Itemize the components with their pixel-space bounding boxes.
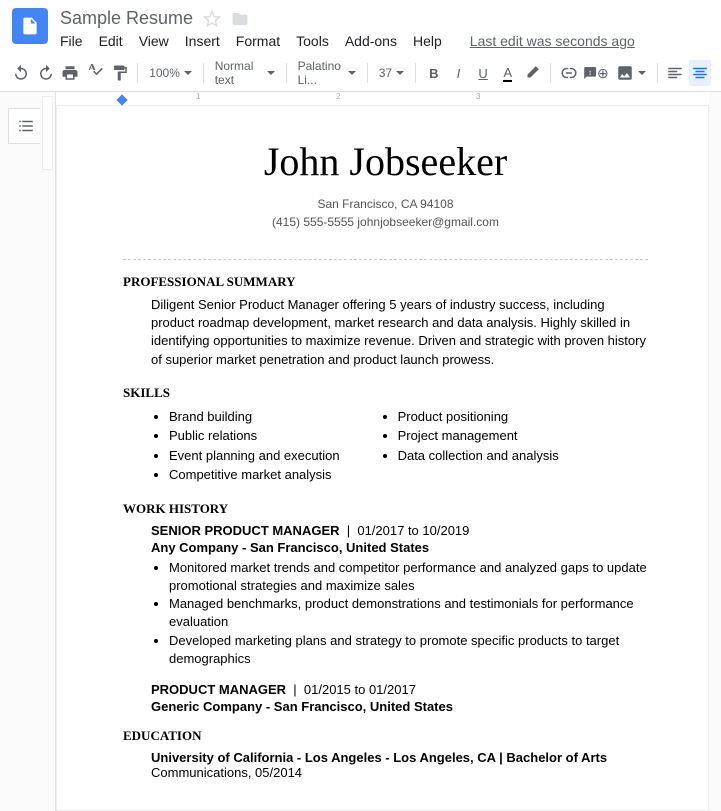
menu-help[interactable]: Help [413, 33, 442, 49]
skills-left: Brand building Public relations Event pl… [169, 407, 340, 485]
menu-format[interactable]: Format [236, 33, 280, 49]
text-color-button[interactable]: A [497, 60, 519, 86]
last-edit-link[interactable]: Last edit was seconds ago [470, 33, 635, 49]
vertical-ruler [40, 92, 56, 811]
work-heading: WORK HISTORY [123, 501, 648, 517]
outline-toggle[interactable] [8, 108, 44, 144]
skills-columns: Brand building Public relations Event pl… [151, 407, 648, 485]
font-size-dropdown[interactable]: 37 [375, 66, 408, 80]
edu-heading: EDUCATION [123, 728, 648, 744]
document-page[interactable]: John Jobseeker San Francisco, CA 94108 (… [56, 106, 709, 811]
italic-button[interactable]: I [448, 60, 470, 86]
align-center-button[interactable] [689, 60, 711, 86]
contact-info: San Francisco, CA 94108 (415) 555-5555 j… [123, 195, 648, 231]
style-dropdown[interactable]: Normal text [211, 59, 279, 87]
insert-image-button[interactable] [612, 64, 650, 82]
titlebar: Sample Resume File Edit View Insert Form… [0, 0, 721, 49]
education-block: University of California - Los Angeles -… [151, 750, 648, 780]
menu-file[interactable]: File [60, 33, 83, 49]
print-button[interactable] [59, 60, 81, 86]
align-left-button[interactable] [665, 60, 687, 86]
star-icon[interactable] [203, 10, 221, 28]
undo-button[interactable] [10, 60, 32, 86]
summary-heading: PROFESSIONAL SUMMARY [123, 274, 648, 290]
insert-link-button[interactable] [558, 60, 580, 86]
menu-edit[interactable]: Edit [99, 33, 123, 49]
insert-comment-button[interactable]: ⊕ [583, 60, 609, 86]
job-2: PRODUCT MANAGER | 01/2015 to 01/2017 Gen… [151, 682, 648, 714]
toolbar: 100% Normal text Palatino Li... 37 B I U… [0, 55, 721, 92]
horizontal-ruler[interactable]: 1 2 3 [56, 92, 709, 106]
menu-tools[interactable]: Tools [296, 33, 329, 49]
underline-button[interactable]: U [472, 60, 494, 86]
menu-insert[interactable]: Insert [185, 33, 220, 49]
paint-format-button[interactable] [109, 60, 131, 86]
zoom-dropdown[interactable]: 100% [145, 66, 196, 80]
folder-icon[interactable] [231, 10, 249, 28]
font-dropdown[interactable]: Palatino Li... [294, 59, 360, 87]
job-1: SENIOR PRODUCT MANAGER | 01/2017 to 10/2… [151, 523, 648, 668]
divider [123, 259, 648, 260]
summary-text: Diligent Senior Product Manager offering… [151, 296, 648, 369]
docs-logo[interactable] [12, 8, 48, 44]
menu-view[interactable]: View [139, 33, 169, 49]
skills-heading: SKILLS [123, 385, 648, 401]
highlight-button[interactable] [522, 60, 544, 86]
redo-button[interactable] [35, 60, 57, 86]
resume-name: John Jobseeker [123, 138, 648, 185]
bold-button[interactable]: B [423, 60, 445, 86]
document-title[interactable]: Sample Resume [60, 8, 193, 29]
menubar: File Edit View Insert Format Tools Add-o… [60, 33, 709, 49]
skills-right: Product positioning Project management D… [398, 407, 559, 485]
spellcheck-button[interactable] [84, 60, 106, 86]
menu-addons[interactable]: Add-ons [345, 33, 397, 49]
